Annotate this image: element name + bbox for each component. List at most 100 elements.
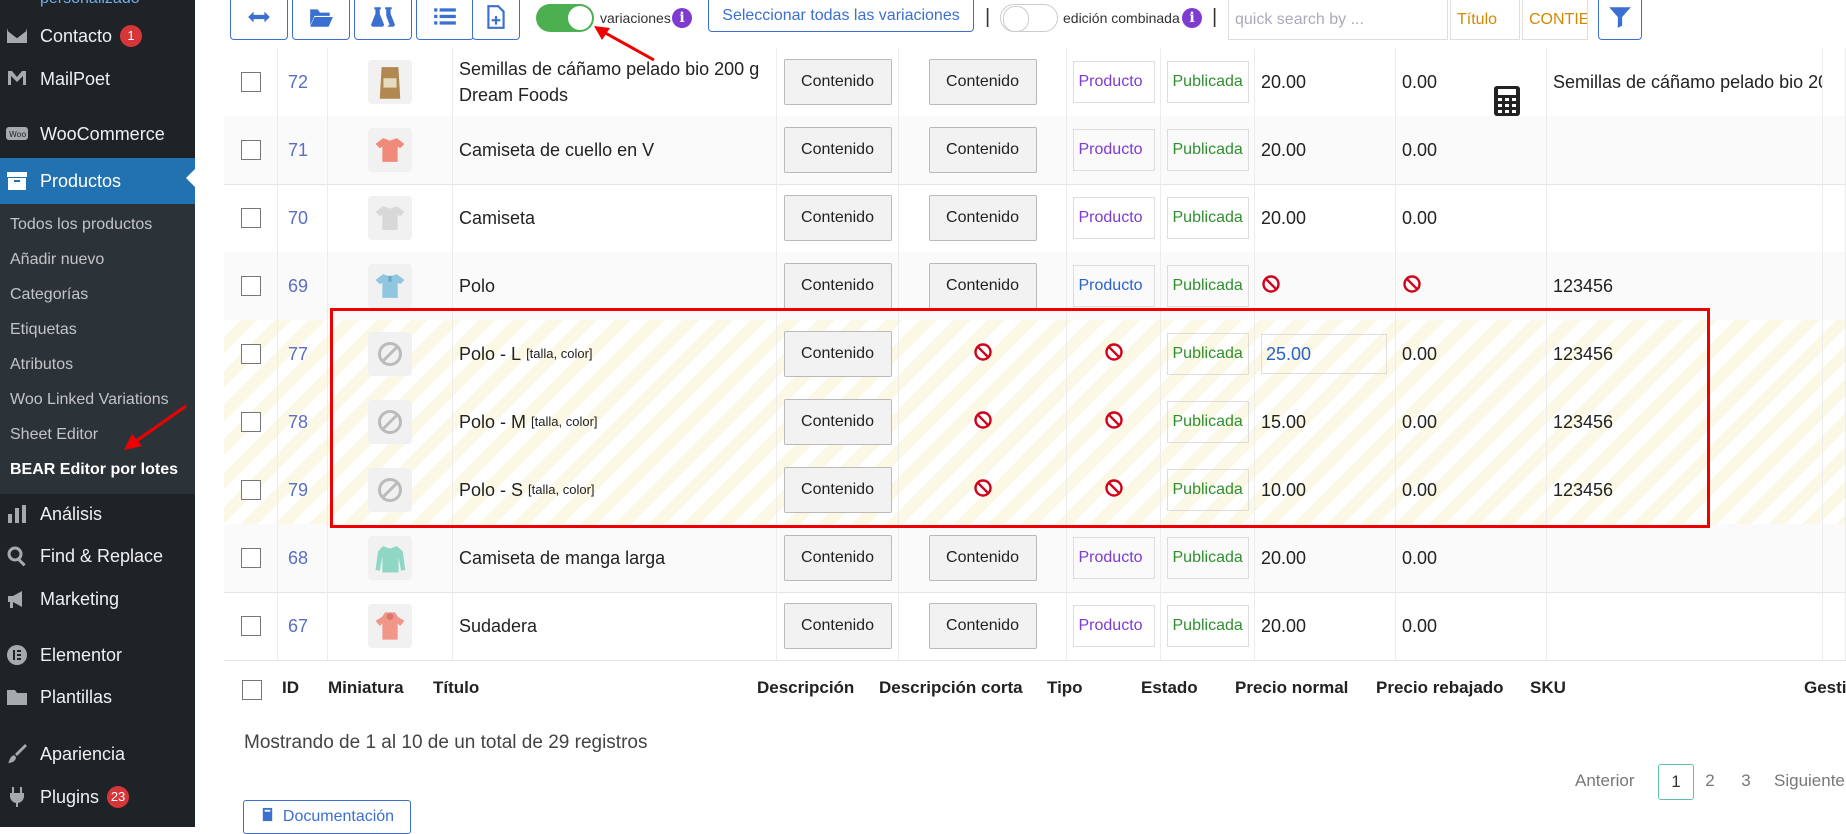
select-all-variations-button[interactable]: Seleccionar todas las variaciones (708, 0, 974, 32)
status-select[interactable]: Publicada (1166, 265, 1249, 307)
title-cell[interactable]: Camiseta de manga larga (453, 524, 777, 592)
sidebar-item-analisis[interactable]: Análisis (0, 494, 195, 534)
product-type-select[interactable]: Producto (1072, 61, 1155, 103)
row-checkbox[interactable] (240, 344, 261, 364)
select-all-checkbox[interactable] (242, 680, 262, 700)
short-description-content-button[interactable]: Contenido (928, 59, 1037, 105)
submenu-categorias[interactable]: Categorías (10, 286, 88, 304)
stock-cell[interactable] (1823, 116, 1846, 184)
col-header-id[interactable]: ID (282, 678, 299, 698)
submenu-sheet-editor[interactable]: Sheet Editor (10, 426, 98, 444)
product-type-select[interactable]: Producto (1072, 537, 1155, 579)
regular-price-cell[interactable]: 20.00 (1255, 524, 1396, 592)
stock-cell[interactable] (1823, 252, 1846, 320)
stock-cell[interactable] (1823, 456, 1846, 524)
submenu-woo-linked-variations[interactable]: Woo Linked Variations (10, 391, 169, 409)
sidebar-item-contacto[interactable]: Contacto 1 (0, 16, 195, 56)
product-thumbnail[interactable] (368, 196, 412, 240)
product-thumbnail[interactable] (368, 264, 412, 308)
col-header-gestion[interactable]: Gesti (1804, 678, 1846, 698)
regular-price-cell[interactable]: 20.00 (1255, 116, 1396, 184)
status-select[interactable]: Publicada (1166, 605, 1249, 647)
submenu-bear-editor[interactable]: BEAR Editor por lotes (10, 461, 178, 479)
description-content-button[interactable]: Contenido (783, 603, 892, 649)
col-header-tipo[interactable]: Tipo (1047, 678, 1083, 698)
short-description-content-button[interactable]: Contenido (928, 603, 1037, 649)
row-checkbox[interactable] (240, 480, 261, 500)
submenu-anadir-nuevo[interactable]: Añadir nuevo (10, 251, 104, 269)
description-content-button[interactable]: Contenido (783, 59, 892, 105)
bulk-operations-button[interactable] (354, 0, 412, 40)
info-icon[interactable]: i (1182, 8, 1202, 28)
stock-cell[interactable] (1823, 48, 1846, 116)
description-content-button[interactable]: Contenido (783, 127, 892, 173)
pagination-next[interactable]: Siguiente (1774, 764, 1845, 798)
col-header-descripcion-corta[interactable]: Descripción corta (879, 678, 1023, 698)
id-cell[interactable]: 67 (278, 592, 328, 660)
sidebar-item-marketing[interactable]: Marketing (0, 579, 195, 619)
submenu-etiquetas[interactable]: Etiquetas (10, 321, 77, 339)
row-checkbox[interactable] (240, 412, 261, 432)
title-search-field[interactable]: Título (1450, 0, 1520, 40)
calculator-icon[interactable] (1494, 86, 1520, 116)
open-folder-button[interactable] (292, 0, 350, 40)
id-cell[interactable]: 77 (278, 320, 328, 388)
submenu-atributos[interactable]: Atributos (10, 356, 73, 374)
status-select[interactable]: Publicada (1166, 129, 1249, 171)
title-cell[interactable]: Camiseta (453, 184, 777, 252)
title-cell[interactable]: Sudadera (453, 592, 777, 660)
row-checkbox[interactable] (240, 208, 261, 228)
col-header-precio-rebajado[interactable]: Precio rebajado (1376, 678, 1504, 698)
list-view-button[interactable] (416, 0, 474, 40)
sku-cell[interactable] (1547, 184, 1823, 252)
col-header-miniatura[interactable]: Miniatura (328, 678, 404, 698)
short-description-content-button[interactable]: Contenido (928, 263, 1037, 309)
documentation-button[interactable]: Documentación (243, 800, 411, 834)
sale-price-cell[interactable]: 0.00 (1396, 184, 1547, 252)
col-header-precio-normal[interactable]: Precio normal (1235, 678, 1348, 698)
expand-columns-button[interactable] (230, 0, 288, 40)
sale-price-cell[interactable]: 0.00 (1396, 592, 1547, 660)
stock-cell[interactable] (1823, 388, 1846, 456)
id-cell[interactable]: 79 (278, 456, 328, 524)
filter-button[interactable] (1598, 0, 1642, 40)
sidebar-item-plugins[interactable]: Plugins 23 (0, 777, 195, 817)
row-checkbox[interactable] (240, 72, 261, 92)
sku-cell[interactable] (1547, 524, 1823, 592)
quick-search-input[interactable]: quick search by ... (1228, 0, 1448, 40)
title-cell[interactable]: Camiseta de cuello en V (453, 116, 777, 184)
info-icon[interactable]: i (672, 8, 692, 28)
id-cell[interactable]: 70 (278, 184, 328, 252)
product-type-select[interactable]: Producto (1072, 605, 1155, 647)
stock-cell[interactable] (1823, 184, 1846, 252)
regular-price-cell[interactable]: 20.00 (1255, 48, 1396, 116)
row-checkbox[interactable] (240, 276, 261, 296)
sale-price-cell[interactable]: 0.00 (1396, 524, 1547, 592)
short-description-content-button[interactable]: Contenido (928, 535, 1037, 581)
short-description-content-button[interactable]: Contenido (928, 195, 1037, 241)
row-checkbox[interactable] (240, 616, 261, 636)
col-header-titulo[interactable]: Título (433, 678, 479, 698)
add-product-button[interactable] (472, 0, 520, 40)
pagination-page-2[interactable]: 2 (1702, 764, 1718, 798)
sku-cell[interactable] (1547, 116, 1823, 184)
product-type-select[interactable]: Producto (1072, 265, 1155, 307)
sidebar-item-plantillas[interactable]: Plantillas (0, 677, 195, 717)
col-header-sku[interactable]: SKU (1530, 678, 1566, 698)
id-cell[interactable]: 71 (278, 116, 328, 184)
content-search-field[interactable]: CONTIE (1522, 0, 1588, 40)
id-cell[interactable]: 68 (278, 524, 328, 592)
sidebar-top-cut-label[interactable]: personalizado (40, 0, 140, 8)
submenu-todos-productos[interactable]: Todos los productos (10, 216, 152, 234)
id-cell[interactable]: 78 (278, 388, 328, 456)
col-header-descripcion[interactable]: Descripción (757, 678, 854, 698)
sidebar-item-productos[interactable]: Productos (0, 158, 195, 204)
sidebar-item-woocommerce[interactable]: Woo WooCommerce (0, 114, 195, 154)
product-type-select[interactable]: Producto (1072, 129, 1155, 171)
sale-price-cell[interactable]: 0.00 (1396, 48, 1547, 116)
status-select[interactable]: Publicada (1166, 537, 1249, 579)
stock-cell[interactable] (1823, 524, 1846, 592)
product-thumbnail[interactable] (368, 536, 412, 580)
id-cell[interactable]: 69 (278, 252, 328, 320)
sale-price-cell[interactable]: 0.00 (1396, 116, 1547, 184)
